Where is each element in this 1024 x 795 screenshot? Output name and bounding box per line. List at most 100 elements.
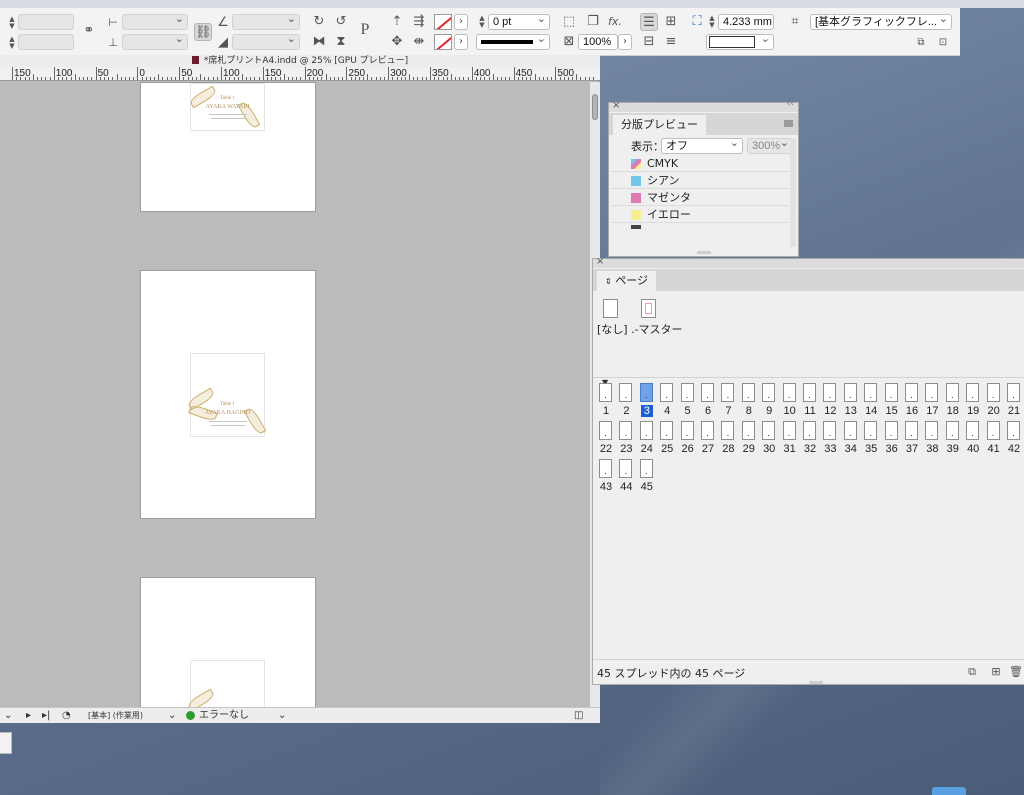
page-thumbnail-41[interactable]: . (986, 421, 1000, 440)
page-thumbnail-38[interactable]: . (925, 421, 939, 440)
delete-page-icon[interactable]: 🗑 (1009, 665, 1023, 679)
page-thumbnail-6[interactable]: . (701, 383, 714, 402)
page-thumbnail-34[interactable]: . (843, 421, 857, 440)
select-container-icon[interactable]: ⇡ (388, 13, 406, 31)
constrain-link-icon[interactable]: ⚭ (80, 22, 98, 40)
ink-row-cyan[interactable]: シアン (611, 172, 789, 189)
collapse-icon[interactable]: ‹‹ (787, 99, 794, 109)
page-thumbnail-23[interactable]: . (619, 421, 633, 440)
page-thumbnail-36[interactable]: . (884, 421, 898, 440)
page-nav-dropdown[interactable]: ⌄ (4, 708, 12, 723)
frame-style-field[interactable] (706, 32, 774, 50)
page-thumbnail-28[interactable]: . (721, 421, 735, 440)
page-thumbnail-15[interactable]: . (884, 383, 898, 402)
select-content-icon[interactable]: ⇶ (410, 13, 428, 31)
desktop-file-icon[interactable] (0, 732, 12, 754)
object-style-menu-icon[interactable]: ⊡ (934, 34, 952, 52)
page-thumbnail-21[interactable]: . (1007, 383, 1020, 402)
document-page-2[interactable]: Table 1 AYAKA HAGINO (140, 270, 316, 519)
stroke-weight-field[interactable]: 0 pt (488, 12, 550, 30)
panel-header[interactable]: × ‹‹ (609, 99, 798, 112)
page-thumbnail-32[interactable]: . (803, 421, 816, 440)
separations-zoom-select[interactable]: 300% (747, 136, 793, 154)
document-tab[interactable]: *席札プリントA4.indd @ 25% [GPU プレビュー] (0, 55, 600, 67)
page-thumbnail-29[interactable]: . (741, 421, 755, 440)
rotation-field[interactable] (232, 12, 300, 30)
resize-grip[interactable] (809, 681, 823, 684)
page-thumbnail-7[interactable]: . (721, 383, 735, 402)
align-justify-icon[interactable]: ⊞ (662, 13, 680, 31)
effects-fx-icon[interactable]: fx. (606, 13, 624, 31)
page-thumbnail-25[interactable]: . (660, 421, 674, 440)
ink-row-yellow[interactable]: イエロー (611, 206, 789, 223)
master-a-thumb[interactable] (641, 299, 656, 318)
page-thumbnail-4[interactable]: . (660, 383, 674, 402)
panel-menu-icon[interactable] (784, 120, 793, 127)
horizontal-ruler[interactable]: 150 100 50 0 50 100 150 200 250 300 350 400 450 500 (0, 67, 600, 81)
dimension-spinner[interactable]: ▲ ▼ (708, 15, 716, 29)
panel-header[interactable]: × (593, 256, 1024, 268)
preflight-menu-icon[interactable]: ⌄ (278, 708, 286, 723)
page-thumbnail-2[interactable]: . (619, 383, 633, 402)
select-previous-icon[interactable]: ✥ (388, 33, 406, 51)
tab-separations-preview[interactable]: 分版プレビュー (613, 115, 706, 135)
page-thumbnail-22[interactable]: . (599, 421, 612, 440)
page-thumbnail-14[interactable]: . (864, 383, 878, 402)
page-thumbnail-45[interactable]: . (639, 459, 653, 478)
drop-shadow-icon[interactable]: ❐ (584, 13, 602, 31)
page-thumbnail-35[interactable]: . (864, 421, 878, 440)
stroke-weight-spinner[interactable]: ▲ ▼ (478, 15, 486, 29)
dimension-field[interactable]: 4.233 mm (718, 14, 774, 30)
clear-overrides-icon[interactable]: ⧉ (912, 34, 930, 52)
document-page-1[interactable]: Table 1 AYAKA WATARI (140, 82, 316, 212)
page-thumbnail-20[interactable]: . (986, 383, 1000, 402)
select-next-icon[interactable]: ⇼ (410, 33, 428, 51)
page-thumbnail-12[interactable]: . (823, 383, 837, 402)
separations-scrollbar[interactable] (790, 139, 796, 247)
scroll-thumb[interactable] (592, 94, 598, 120)
document-page-3[interactable] (140, 577, 316, 707)
place-card-1[interactable]: Table 1 AYAKA WATARI (188, 83, 265, 131)
preflight-icon[interactable]: ◔ (62, 708, 71, 723)
desktop-folder-icon[interactable] (932, 787, 966, 795)
close-icon[interactable]: × (612, 100, 620, 111)
page-thumbnail-19[interactable]: . (966, 383, 980, 402)
page-thumbnail-39[interactable]: . (945, 421, 959, 440)
page-thumbnail-3[interactable]: . (639, 383, 653, 402)
page-thumbnail-42[interactable]: . (1007, 421, 1020, 440)
preflight-status[interactable]: エラーなし (199, 708, 249, 723)
page-thumbnail-44[interactable]: . (619, 459, 633, 478)
width-field[interactable] (122, 12, 188, 30)
ink-row-cmyk[interactable]: CMYK (611, 155, 789, 172)
fill-menu-chevron[interactable]: › (454, 14, 468, 30)
last-page-icon[interactable]: ▸| (42, 708, 50, 723)
x-field[interactable] (18, 14, 74, 30)
page-thumbnail-13[interactable]: . (843, 383, 857, 402)
shear-field[interactable] (232, 32, 300, 50)
page-thumbnail-30[interactable]: . (762, 421, 776, 440)
page-thumbnail-31[interactable]: . (782, 421, 796, 440)
page-size-icon[interactable]: ⧉ (965, 665, 979, 679)
opacity-chevron[interactable]: › (618, 34, 632, 50)
x-spinner[interactable]: ▲ ▼ (8, 16, 16, 30)
page-thumbnail-10[interactable]: . (782, 383, 796, 402)
panel-divider[interactable] (593, 377, 1024, 378)
frame-fitting-icon[interactable]: ⬚ (560, 13, 578, 31)
ink-row-magenta[interactable]: マゼンタ (611, 189, 789, 206)
resize-grip[interactable] (697, 251, 711, 254)
height-field[interactable] (122, 32, 188, 50)
split-window-icon[interactable]: ◫ (574, 708, 583, 723)
opacity-field[interactable]: 100% (578, 34, 618, 50)
new-page-icon[interactable]: ⊞ (989, 665, 1003, 679)
ink-row-black[interactable] (611, 223, 789, 231)
proportion-link-icon[interactable]: ⛓ (194, 23, 212, 41)
page-thumbnail-18[interactable]: . (945, 383, 959, 402)
flip-vertical-icon[interactable]: ⧗ (332, 33, 350, 51)
page-thumbnail-43[interactable]: . (599, 459, 612, 478)
page-thumbnail-11[interactable]: . (803, 383, 816, 402)
page-thumbnail-33[interactable]: . (823, 421, 837, 440)
page-thumbnail-24[interactable]: . (639, 421, 653, 440)
align-top-icon[interactable]: ⊟ (640, 33, 658, 51)
rotate-ccw-icon[interactable]: ↺ (332, 13, 350, 31)
page-thumbnail-40[interactable]: . (966, 421, 980, 440)
